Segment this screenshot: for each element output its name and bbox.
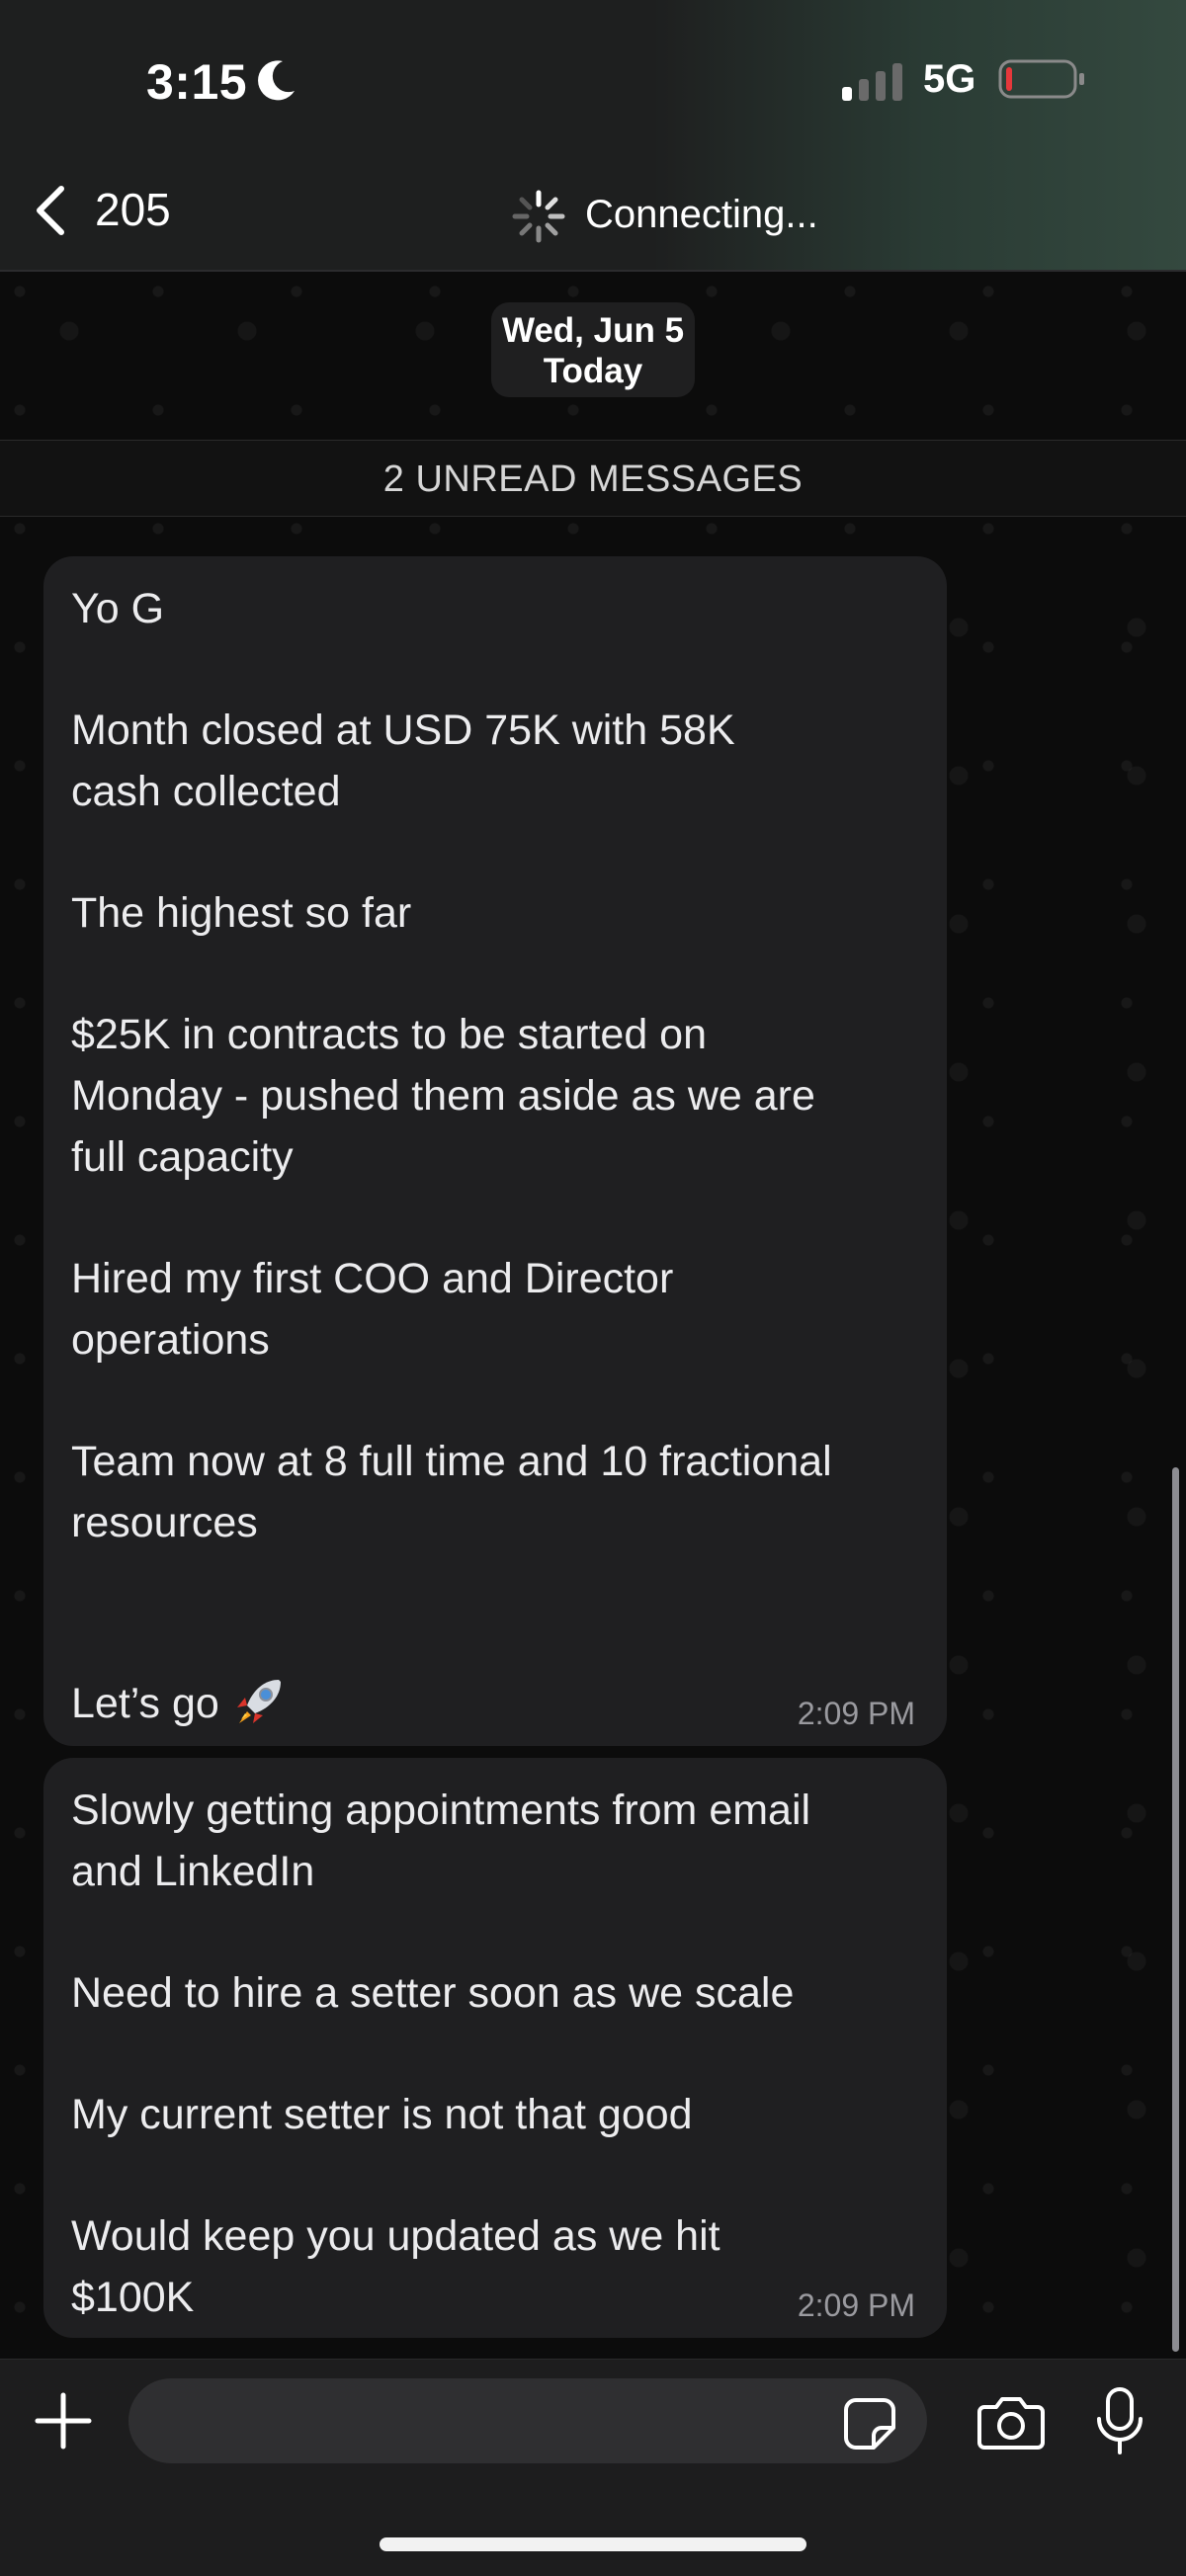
spinner-icon xyxy=(512,190,565,243)
date-label: Wed, Jun 5 xyxy=(501,311,685,350)
message-line: The highest so far xyxy=(71,889,412,937)
message-line: Slowly getting appointments from email xyxy=(71,1787,811,1834)
message-line: operations xyxy=(71,1316,270,1364)
camera-icon[interactable] xyxy=(976,2393,1046,2451)
message-line: full capacity xyxy=(71,1133,294,1181)
network-type: 5G xyxy=(923,57,976,101)
message-line: Yo G xyxy=(71,585,165,632)
message-input[interactable] xyxy=(128,2378,927,2463)
connection-status: Connecting... xyxy=(585,193,818,236)
message-bubble[interactable]: Yo G Month closed at USD 75K with 58K ca… xyxy=(43,556,947,1746)
date-separator: Wed, Jun 5 Today xyxy=(491,302,695,397)
message-line: Month closed at USD 75K with 58K xyxy=(71,706,735,754)
message-line: Hired my first COO and Director xyxy=(71,1255,674,1302)
message-bubble[interactable]: Slowly getting appointments from email a… xyxy=(43,1758,947,2338)
message-line: resources xyxy=(71,1499,258,1546)
sticker-icon[interactable] xyxy=(842,2396,897,2451)
scrollbar[interactable] xyxy=(1172,1467,1179,2352)
message-line: cash collected xyxy=(71,768,341,815)
message-line: Let’s go xyxy=(71,1680,219,1727)
message-line-with-emoji: Let’s go xyxy=(71,1672,919,1733)
unread-messages-banner: 2 UNREAD MESSAGES xyxy=(0,440,1186,517)
message-line: Need to hire a setter soon as we scale xyxy=(71,1969,795,2017)
back-button-count[interactable]: 205 xyxy=(95,183,171,236)
status-time: 3:15 xyxy=(146,54,248,110)
message-line: $100K xyxy=(71,2274,195,2321)
message-timestamp: 2:09 PM xyxy=(797,1696,915,1731)
rocket-emoji-icon xyxy=(236,1680,281,1723)
message-line: and LinkedIn xyxy=(71,1848,315,1895)
microphone-icon[interactable] xyxy=(1091,2385,1148,2456)
message-line: Team now at 8 full time and 10 fractiona… xyxy=(71,1438,832,1485)
day-label: Today xyxy=(543,352,643,390)
moon-icon xyxy=(258,60,295,101)
plus-icon[interactable] xyxy=(34,2391,93,2451)
message-line: $25K in contracts to be started on xyxy=(71,1011,708,1058)
message-timestamp: 2:09 PM xyxy=(797,2287,915,2323)
message-line: My current setter is not that good xyxy=(71,2091,693,2138)
signal-icon xyxy=(842,63,902,101)
message-line: Would keep you updated as we hit xyxy=(71,2212,720,2260)
chevron-left-icon[interactable] xyxy=(32,183,71,238)
battery-icon xyxy=(998,59,1084,99)
message-line: Monday - pushed them aside as we are xyxy=(71,1072,815,1120)
home-indicator[interactable] xyxy=(380,2537,806,2551)
